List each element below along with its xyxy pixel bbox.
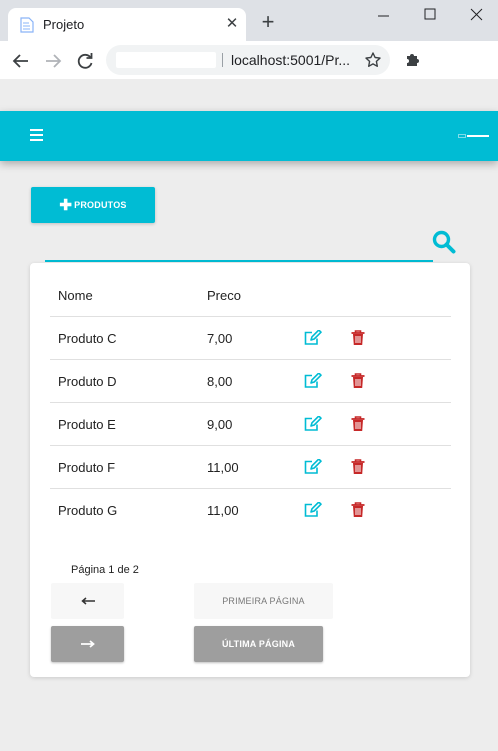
product-price: 8,00 [207, 374, 233, 389]
address-bar[interactable]: localhost:5001/Pr... [106, 45, 390, 75]
browser-tabstrip: Projeto ✕ + [0, 0, 498, 41]
document-icon [20, 17, 34, 33]
new-tab-button[interactable]: + [258, 11, 278, 33]
product-price: 9,00 [207, 417, 233, 432]
tab-title: Projeto [43, 17, 85, 32]
forward-arrow-icon[interactable] [42, 50, 64, 72]
edit-icon[interactable] [304, 502, 322, 518]
app-header [0, 111, 498, 161]
omnibox-separator [222, 53, 223, 67]
product-price: 11,00 [207, 460, 239, 475]
browser-toolbar: localhost:5001/Pr... [0, 41, 498, 79]
table-row: Produto D 8,00 [50, 359, 451, 402]
edit-icon[interactable] [304, 330, 322, 346]
minimize-icon[interactable] [368, 4, 398, 26]
add-products-label: PRODUTOS [74, 200, 127, 210]
trash-icon[interactable] [351, 373, 365, 389]
table-row: Produto C 7,00 [50, 316, 451, 359]
product-name: Produto G [58, 503, 118, 518]
arrow-right-icon [80, 640, 95, 648]
edit-icon[interactable] [304, 416, 322, 432]
extensions-puzzle-icon[interactable] [404, 50, 422, 68]
trash-icon[interactable] [351, 502, 365, 518]
table-row: Produto E 9,00 [50, 402, 451, 445]
close-window-icon[interactable] [461, 4, 491, 26]
table-row: Produto G 11,00 [50, 488, 451, 531]
product-price: 7,00 [207, 331, 233, 346]
trash-icon[interactable] [351, 330, 365, 346]
arrow-left-icon [80, 597, 95, 605]
first-page-button[interactable]: PRIMEIRA PÁGINA [194, 583, 333, 619]
site-info-chip[interactable] [116, 52, 216, 68]
next-page-button[interactable] [51, 626, 124, 662]
column-header-price: Preco [207, 288, 241, 303]
page-info: Página 1 de 2 [71, 564, 139, 576]
previous-page-button[interactable] [51, 583, 124, 619]
hamburger-icon[interactable] [30, 129, 43, 141]
browser-tab[interactable]: Projeto ✕ [8, 8, 246, 41]
maximize-icon[interactable] [415, 4, 445, 26]
product-name: Produto D [58, 374, 117, 389]
column-header-name: Nome [58, 288, 93, 303]
bookmark-star-icon[interactable] [364, 51, 382, 69]
trash-icon[interactable] [351, 459, 365, 475]
url-text[interactable]: localhost:5001/Pr... [231, 52, 350, 68]
product-name: Produto E [58, 417, 116, 432]
product-price: 11,00 [207, 503, 239, 518]
product-name: Produto F [58, 460, 116, 475]
tab-close-button[interactable]: ✕ [222, 14, 242, 34]
edit-icon[interactable] [304, 459, 322, 475]
trash-icon[interactable] [351, 416, 365, 432]
last-page-button[interactable]: ÚLTIMA PÁGINA [194, 626, 323, 662]
back-arrow-icon[interactable] [10, 50, 32, 72]
header-toggle[interactable] [458, 131, 490, 141]
table-row: Produto F 11,00 [50, 445, 451, 488]
products-card: Nome Preco Produto C 7,00 Produto D 8,00 Pro… [30, 263, 470, 677]
plus-icon: ✚ [59, 196, 73, 214]
product-name: Produto C [58, 331, 117, 346]
edit-icon[interactable] [304, 373, 322, 389]
search-input[interactable] [45, 260, 433, 262]
add-products-button[interactable]: ✚ PRODUTOS [31, 187, 155, 223]
reload-icon[interactable] [74, 50, 96, 72]
search-icon[interactable] [431, 229, 457, 255]
